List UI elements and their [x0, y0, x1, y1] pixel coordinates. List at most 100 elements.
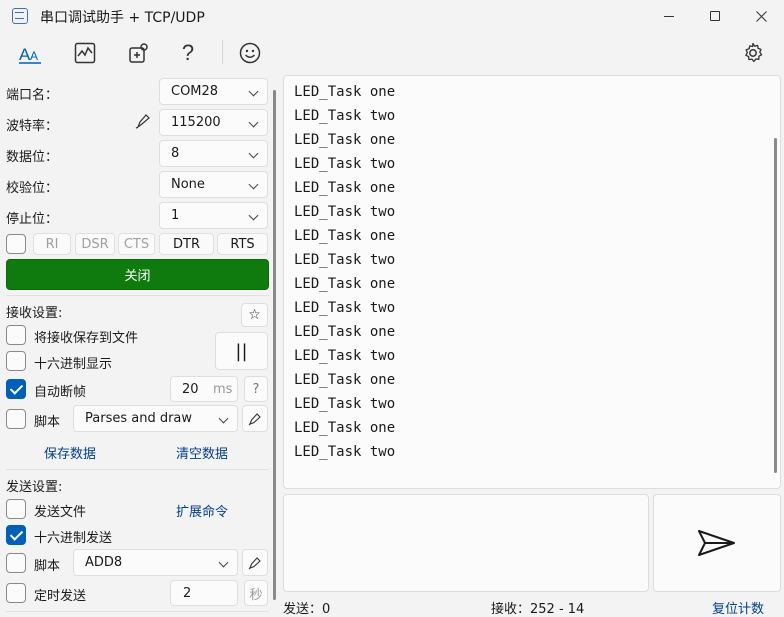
parity-select[interactable]: None	[159, 171, 268, 198]
stopbits-select[interactable]: 1	[159, 202, 268, 229]
receive-script-checkbox[interactable]	[6, 409, 26, 429]
received-line: LED_Task two	[294, 204, 396, 220]
emoji-icon[interactable]	[234, 37, 266, 69]
received-line: LED_Task two	[294, 444, 396, 460]
minimize-icon	[664, 15, 674, 17]
stopbits-label: 停止位：	[6, 212, 59, 227]
minimize-button[interactable]	[646, 0, 692, 32]
text-style-icon[interactable]: AA	[14, 37, 46, 69]
baud-label: 波特率：	[6, 119, 59, 134]
auto-frame-label: 自动断帧	[34, 385, 87, 400]
receive-settings-header: 接收设置:	[6, 306, 63, 321]
save-to-file-checkbox[interactable]	[6, 325, 26, 345]
send-text-area[interactable]	[283, 494, 649, 592]
maximize-icon	[710, 11, 720, 21]
timed-send-label: 定时发送	[34, 589, 87, 604]
port-select[interactable]: COM28	[159, 78, 268, 105]
received-line: LED_Task two	[294, 396, 396, 412]
chevron-down-icon	[248, 179, 259, 190]
edit-pen-icon[interactable]	[134, 112, 152, 134]
received-line: LED_Task two	[294, 252, 396, 268]
chevron-down-icon	[248, 148, 259, 159]
cts-button[interactable]: CTS	[118, 233, 155, 255]
auto-frame-checkbox[interactable]	[6, 379, 26, 399]
divider	[6, 611, 269, 612]
rts-button[interactable]: RTS	[217, 233, 268, 255]
received-line: LED_Task one	[294, 276, 396, 292]
open-close-button[interactable]: 关闭	[6, 259, 269, 290]
window-title: 串口调试助手 + TCP/UDP	[40, 10, 205, 26]
pause-icon: ||	[235, 340, 248, 362]
settings-icon[interactable]	[737, 37, 769, 69]
left-panel-scrollbar[interactable]	[273, 90, 276, 600]
plugin-icon[interactable]	[122, 37, 154, 69]
hex-send-checkbox[interactable]	[6, 525, 26, 545]
auto-frame-unit: ms	[213, 382, 233, 397]
maximize-button[interactable]	[692, 0, 738, 32]
chart-icon[interactable]	[69, 37, 101, 69]
dsr-button[interactable]: DSR	[75, 233, 115, 255]
save-data-link[interactable]: 保存数据	[44, 443, 96, 462]
parity-label: 校验位：	[6, 181, 59, 196]
received-line: LED_Task two	[294, 156, 396, 172]
send-button[interactable]	[653, 494, 781, 592]
databits-label: 数据位：	[6, 150, 59, 165]
send-script-checkbox[interactable]	[6, 553, 26, 573]
receive-text-area[interactable]: LED_Task one LED_Task two LED_Task one LED_…	[283, 75, 781, 489]
divider	[6, 295, 269, 296]
timed-send-input[interactable]: 2	[170, 580, 238, 606]
dtr-button[interactable]: DTR	[159, 233, 214, 255]
received-line: LED_Task one	[294, 228, 396, 244]
databits-select[interactable]: 8	[159, 140, 268, 167]
send-file-checkbox[interactable]	[6, 499, 26, 519]
title-bar: 串口调试助手 + TCP/UDP	[0, 0, 784, 32]
received-line: LED_Task two	[294, 300, 396, 316]
send-icon	[698, 530, 735, 556]
help-icon[interactable]: ?	[172, 37, 204, 69]
star-icon: ☆	[248, 307, 261, 323]
extended-commands-link[interactable]: 扩展命令	[176, 501, 228, 520]
save-to-file-label: 将接收保存到文件	[34, 331, 139, 346]
baud-select[interactable]: 115200	[159, 109, 268, 136]
favorite-button[interactable]: ☆	[241, 303, 268, 327]
flow-control-checkbox[interactable]	[6, 234, 26, 254]
received-lines: LED_Task one LED_Task two LED_Task one LED_…	[294, 80, 395, 464]
received-line: LED_Task one	[294, 84, 396, 100]
send-settings-header: 发送设置:	[6, 480, 63, 495]
auto-frame-help-button[interactable]: ?	[244, 376, 268, 402]
ri-button[interactable]: RI	[33, 233, 71, 255]
edit-pen-icon	[248, 556, 261, 569]
send-script-label: 脚本	[34, 559, 61, 574]
received-line: LED_Task one	[294, 180, 396, 196]
toolbar-divider	[222, 40, 223, 64]
clear-data-link[interactable]: 清空数据	[176, 443, 228, 462]
app-icon	[12, 8, 28, 24]
pause-button[interactable]: ||	[215, 332, 268, 370]
timed-send-checkbox[interactable]	[6, 583, 26, 603]
sent-count: 发送：0	[283, 602, 331, 617]
received-line: LED_Task one	[294, 132, 396, 148]
send-script-select[interactable]: ADD8	[73, 549, 238, 576]
svg-text:A: A	[30, 49, 38, 63]
chevron-down-icon	[248, 117, 259, 128]
close-button[interactable]	[738, 0, 784, 32]
receive-script-select[interactable]: Parses and draw	[73, 405, 238, 432]
receive-script-label: 脚本	[34, 415, 61, 430]
send-file-label: 发送文件	[34, 505, 87, 520]
received-count: 接收：252 - 14	[491, 602, 585, 617]
auto-frame-input[interactable]: 20 ms	[170, 376, 238, 402]
port-label: 端口名：	[6, 88, 59, 103]
divider	[6, 469, 269, 470]
chevron-down-icon	[248, 210, 259, 221]
received-line: LED_Task two	[294, 348, 396, 364]
receive-scrollbar[interactable]	[774, 138, 777, 473]
chevron-down-icon	[248, 86, 259, 97]
received-line: LED_Task two	[294, 108, 396, 124]
received-line: LED_Task one	[294, 372, 396, 388]
reset-count-link[interactable]: 复位计数	[712, 598, 764, 617]
timed-send-unit: 秒	[244, 580, 268, 606]
receive-script-edit-button[interactable]	[242, 405, 268, 432]
send-script-edit-button[interactable]	[242, 549, 268, 576]
hex-display-checkbox[interactable]	[6, 351, 26, 371]
edit-pen-icon	[248, 412, 261, 425]
